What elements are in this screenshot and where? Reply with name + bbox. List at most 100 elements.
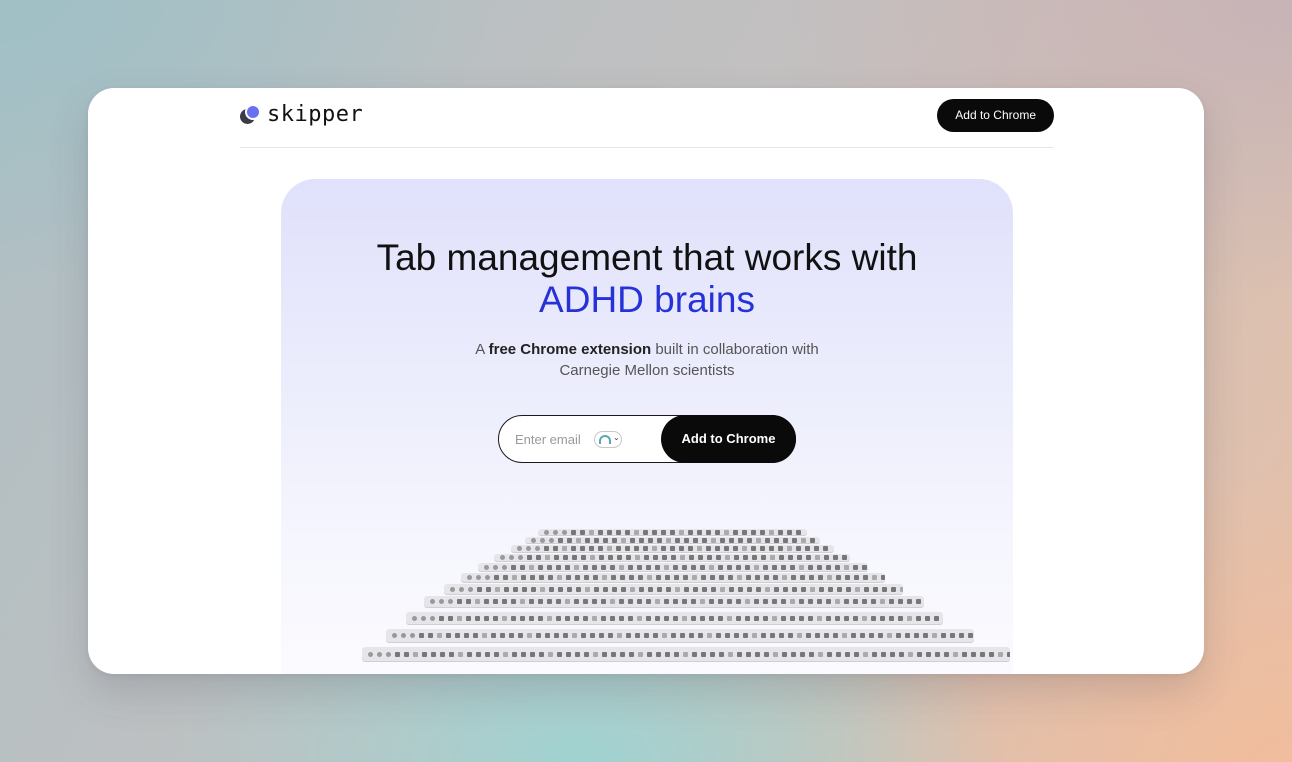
tab-favicon-icon	[770, 555, 775, 560]
tab-favicon-icon	[746, 575, 751, 580]
add-to-chrome-nav-button[interactable]: Add to Chrome	[937, 99, 1054, 132]
tab-favicon-icon	[646, 599, 651, 604]
tab-favicon-icon	[628, 564, 633, 570]
tab-favicon-icon	[720, 537, 725, 543]
tab-favicon-icon	[448, 599, 453, 604]
tab-favicon-icon	[787, 546, 792, 551]
tab-favicon-icon	[682, 615, 687, 621]
tab-favicon-icon	[693, 537, 698, 543]
tab-favicon-icon	[682, 564, 687, 570]
tab-favicon-icon	[557, 651, 562, 657]
tab-favicon-icon	[576, 586, 581, 592]
tab-favicon-icon	[806, 555, 811, 560]
tab-favicon-icon	[581, 555, 586, 560]
tab-favicon-icon	[670, 529, 675, 535]
tab-favicon-icon	[724, 546, 729, 551]
tab-favicon-icon	[763, 564, 768, 570]
tab-favicon-icon	[691, 615, 696, 621]
tab-favicon-icon	[548, 651, 553, 657]
tab-favicon-icon	[601, 564, 606, 570]
tab-favicon-icon	[842, 555, 847, 560]
tab-favicon-icon	[881, 651, 886, 657]
tab-favicon-icon	[476, 651, 481, 657]
tab-favicon-icon	[674, 651, 679, 657]
tab-favicon-icon	[665, 651, 670, 657]
tab-favicon-icon	[801, 586, 806, 592]
tab-favicon-icon	[457, 599, 462, 604]
tab-favicon-icon	[801, 537, 806, 543]
tab-bar-row	[406, 612, 943, 624]
tab-favicon-icon	[782, 575, 787, 580]
tab-favicon-icon	[755, 651, 760, 657]
tab-favicon-icon	[513, 586, 518, 592]
tab-favicon-icon	[580, 529, 585, 535]
tab-favicon-icon	[729, 537, 734, 543]
tab-favicon-icon	[540, 586, 545, 592]
tab-favicon-icon	[592, 599, 597, 604]
tab-favicon-icon	[827, 575, 832, 580]
tab-favicon-icon	[715, 529, 720, 535]
tab-favicon-icon	[566, 651, 571, 657]
tab-favicon-icon	[688, 529, 693, 535]
tab-favicon-icon	[754, 599, 759, 604]
tab-favicon-icon	[484, 564, 489, 570]
tab-bar-row	[444, 584, 903, 594]
tab-favicon-icon	[563, 555, 568, 560]
tab-favicon-icon	[503, 651, 508, 657]
tab-favicon-icon	[788, 633, 793, 638]
password-manager-icon[interactable]: ⌄	[594, 431, 622, 448]
tab-favicon-icon	[781, 564, 786, 570]
tab-favicon-icon	[808, 615, 813, 621]
tab-favicon-icon	[665, 575, 670, 580]
tab-favicon-icon	[567, 586, 572, 592]
add-to-chrome-submit-button[interactable]: Add to Chrome	[661, 414, 796, 463]
tab-favicon-icon	[554, 555, 559, 560]
tab-favicon-icon	[836, 575, 841, 580]
tab-favicon-icon	[819, 586, 824, 592]
hero-headline: Tab management that works with ADHD brai…	[281, 237, 1013, 321]
tab-favicon-icon	[891, 586, 896, 592]
tab-favicon-icon	[431, 651, 436, 657]
tab-favicon-icon	[575, 651, 580, 657]
subtitle-prefix: A	[475, 341, 489, 358]
tab-favicon-icon	[468, 586, 473, 592]
tab-favicon-icon	[706, 529, 711, 535]
logo[interactable]: skipper	[240, 102, 363, 127]
tab-bar-row	[362, 647, 1010, 661]
tab-favicon-icon	[648, 586, 653, 592]
tab-favicon-icon	[772, 564, 777, 570]
tab-favicon-icon	[644, 633, 649, 638]
tab-favicon-icon	[689, 555, 694, 560]
tab-favicon-icon	[639, 537, 644, 543]
tab-bar-row	[494, 554, 850, 561]
tab-favicon-icon	[709, 599, 714, 604]
tab-favicon-icon	[368, 651, 373, 657]
tab-favicon-icon	[530, 575, 535, 580]
tab-favicon-icon	[422, 651, 427, 657]
tab-favicon-icon	[725, 555, 730, 560]
tab-favicon-icon	[679, 529, 684, 535]
headline-accent: ADHD brains	[539, 279, 755, 320]
tab-favicon-icon	[601, 599, 606, 604]
tab-favicon-icon	[752, 633, 757, 638]
tab-favicon-icon	[626, 555, 631, 560]
tab-favicon-icon	[538, 599, 543, 604]
tab-favicon-icon	[410, 633, 415, 638]
tab-favicon-icon	[655, 564, 660, 570]
tab-favicon-icon	[854, 575, 859, 580]
tab-favicon-icon	[619, 615, 624, 621]
tab-favicon-icon	[646, 564, 651, 570]
tab-favicon-icon	[799, 615, 804, 621]
tab-favicon-icon	[682, 599, 687, 604]
tab-favicon-icon	[547, 599, 552, 604]
tab-favicon-icon	[719, 651, 724, 657]
email-input[interactable]	[515, 429, 585, 449]
tab-favicon-icon	[581, 633, 586, 638]
tab-favicon-icon	[855, 586, 860, 592]
tab-favicon-icon	[698, 555, 703, 560]
tab-favicon-icon	[652, 546, 657, 551]
tab-favicon-icon	[702, 537, 707, 543]
tab-favicon-icon	[580, 546, 585, 551]
tab-favicon-icon	[457, 615, 462, 621]
tab-favicon-icon	[925, 615, 930, 621]
